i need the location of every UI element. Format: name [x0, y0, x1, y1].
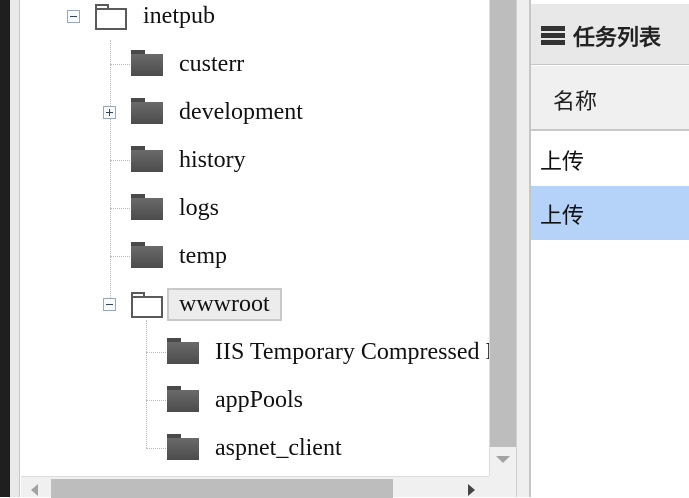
- folder-icon: [131, 242, 163, 268]
- scrollbar-thumb[interactable]: [490, 0, 516, 447]
- expand-icon[interactable]: [103, 106, 116, 119]
- folder-icon: [167, 338, 199, 364]
- tree-node-inetpub[interactable]: inetpub: [141, 0, 217, 40]
- scroll-down-icon[interactable]: [496, 456, 510, 463]
- column-header-label: 名称: [553, 90, 598, 115]
- tree-connector: [110, 208, 130, 209]
- task-row-selected[interactable]: 上传: [531, 186, 689, 240]
- tree-node-iis-temporary-compressed-files[interactable]: IIS Temporary Compressed Files: [213, 328, 489, 376]
- vertical-scrollbar[interactable]: [489, 0, 516, 476]
- window-edge: [0, 0, 10, 497]
- task-list-panel: 任务列表 名称 上传 上传: [530, 0, 689, 497]
- list-icon: [541, 26, 565, 46]
- tree-connector: [110, 40, 111, 304]
- collapse-icon[interactable]: [67, 10, 80, 23]
- tree-node-label: custerr: [179, 50, 245, 77]
- folder-tree[interactable]: inetpub custerr development history logs…: [21, 0, 489, 476]
- folder-icon: [131, 194, 163, 220]
- tree-node-logs[interactable]: logs: [177, 184, 221, 232]
- tree-connector: [146, 448, 166, 449]
- tree-node-development[interactable]: development: [177, 88, 305, 136]
- tree-connector: [110, 160, 130, 161]
- collapse-icon[interactable]: [103, 298, 116, 311]
- tree-connector: [146, 400, 166, 401]
- tree-node-wwwroot[interactable]: wwwroot: [167, 280, 282, 328]
- tree-node-label: wwwroot: [167, 287, 282, 321]
- tree-node-label: history: [179, 146, 246, 173]
- tree-connector: [146, 320, 147, 448]
- task-row[interactable]: 上传: [531, 132, 689, 186]
- task-name: 上传: [540, 204, 585, 229]
- tree-node-apppools[interactable]: appPools: [213, 376, 305, 424]
- tree-node-label: temp: [179, 242, 227, 269]
- tree-connector: [110, 64, 130, 65]
- folder-icon: [131, 50, 163, 76]
- tree-node-label: appPools: [215, 386, 304, 413]
- folder-open-icon: [131, 292, 163, 318]
- tree-node-label: aspnet_client: [215, 434, 342, 461]
- task-list-header: 任务列表: [531, 4, 689, 65]
- pane-splitter[interactable]: [516, 0, 530, 497]
- tree-node-label: logs: [179, 194, 220, 221]
- tree-node-label: development: [179, 98, 303, 125]
- column-header-name[interactable]: 名称: [531, 66, 689, 131]
- folder-icon: [131, 146, 163, 172]
- scroll-left-icon[interactable]: [31, 484, 38, 496]
- folder-icon: [167, 434, 199, 460]
- tree-connector: [110, 256, 130, 257]
- tree-connector: [146, 352, 166, 353]
- tree-node-label: IIS Temporary Compressed Files: [215, 338, 489, 365]
- folder-icon: [167, 386, 199, 412]
- tree-node-custerr[interactable]: custerr: [177, 40, 246, 88]
- task-name: 上传: [540, 150, 585, 175]
- panel-title: 任务列表: [573, 26, 662, 51]
- scroll-right-icon[interactable]: [468, 484, 475, 496]
- scrollbar-corner: [489, 476, 516, 497]
- tree-node-history[interactable]: history: [177, 136, 248, 184]
- scrollbar-thumb[interactable]: [51, 479, 393, 498]
- tree-node-label: inetpub: [143, 2, 215, 29]
- folder-icon: [131, 98, 163, 124]
- tree-node-aspnet-client[interactable]: aspnet_client: [213, 424, 344, 472]
- tree-node-temp[interactable]: temp: [177, 232, 229, 280]
- horizontal-scrollbar[interactable]: [21, 476, 489, 498]
- folder-open-icon: [95, 4, 127, 30]
- pane-edge: [10, 0, 20, 497]
